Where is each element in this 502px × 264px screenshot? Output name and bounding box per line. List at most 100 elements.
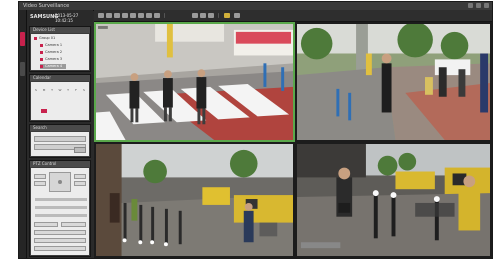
calendar-day[interactable] bbox=[57, 94, 63, 98]
calendar-header[interactable]: Calendar bbox=[30, 75, 90, 81]
calendar-day[interactable] bbox=[49, 99, 55, 103]
maximize-icon[interactable] bbox=[476, 3, 481, 8]
calendar-day[interactable] bbox=[49, 114, 55, 118]
tree-group[interactable]: Group 01 bbox=[34, 36, 55, 41]
calendar-day[interactable] bbox=[41, 114, 47, 118]
focus-near-button[interactable] bbox=[74, 174, 86, 179]
zoom-slider[interactable] bbox=[35, 214, 87, 217]
calendar-grid[interactable]: SMTWTFS bbox=[33, 88, 89, 118]
snapshot-icon[interactable] bbox=[192, 13, 198, 18]
calendar-day-header: T bbox=[51, 88, 53, 92]
calendar-day[interactable] bbox=[65, 94, 71, 98]
calendar-day[interactable] bbox=[33, 114, 39, 118]
speed-slider[interactable] bbox=[35, 198, 87, 201]
calendar-day[interactable] bbox=[65, 109, 71, 113]
tree-camera-2[interactable]: Camera 2 bbox=[40, 50, 62, 55]
toolbar-divider bbox=[164, 13, 165, 18]
layout-16-icon[interactable] bbox=[122, 13, 128, 18]
calendar-day[interactable] bbox=[41, 94, 47, 98]
joystick-handle-icon[interactable] bbox=[58, 180, 62, 184]
calendar-day[interactable] bbox=[57, 104, 63, 108]
calendar-day[interactable] bbox=[73, 114, 79, 118]
tree-camera-1[interactable]: Camera 1 bbox=[40, 43, 62, 48]
iris-slider[interactable] bbox=[35, 206, 87, 209]
layout-custom-icon[interactable] bbox=[130, 13, 136, 18]
calendar-day[interactable] bbox=[81, 109, 87, 113]
sequence-icon[interactable] bbox=[154, 13, 160, 18]
calendar-day[interactable] bbox=[57, 99, 63, 103]
calendar-day[interactable] bbox=[81, 114, 87, 118]
tour-button[interactable] bbox=[61, 222, 86, 227]
video-tile-2[interactable] bbox=[295, 22, 492, 142]
calendar-day-header: T bbox=[67, 88, 69, 92]
calendar-day-header: M bbox=[42, 88, 46, 92]
calendar-day[interactable] bbox=[33, 99, 39, 103]
tree-label: Camera 1 bbox=[45, 43, 63, 47]
calendar-day[interactable] bbox=[73, 104, 79, 108]
search-button[interactable] bbox=[74, 147, 86, 153]
calendar-day[interactable] bbox=[65, 104, 71, 108]
device-list-section: Device List Group 01 Camera 1 Camera 2 C… bbox=[29, 26, 91, 72]
video-tile-1[interactable] bbox=[94, 22, 295, 142]
fullscreen-icon[interactable] bbox=[146, 13, 152, 18]
zoom-out-button[interactable] bbox=[34, 181, 46, 186]
ptz-header[interactable]: PTZ Control bbox=[30, 161, 90, 167]
calendar-day[interactable] bbox=[65, 99, 71, 103]
calendar-day[interactable] bbox=[73, 94, 79, 98]
calendar-day[interactable] bbox=[41, 104, 47, 108]
calendar-day[interactable] bbox=[73, 109, 79, 113]
calendar-day[interactable] bbox=[65, 114, 71, 118]
layout-4-icon[interactable] bbox=[106, 13, 112, 18]
settings-icon[interactable] bbox=[234, 13, 240, 18]
ptz-body bbox=[31, 168, 89, 255]
close-icon[interactable] bbox=[484, 3, 489, 8]
layout-wide-icon[interactable] bbox=[138, 13, 144, 18]
calendar-day[interactable] bbox=[33, 94, 39, 98]
calendar-day[interactable] bbox=[41, 109, 47, 113]
camera-icon bbox=[40, 43, 43, 47]
calendar-day[interactable] bbox=[33, 109, 39, 113]
device-list-header[interactable]: Device List bbox=[30, 27, 90, 33]
playback-icon[interactable] bbox=[224, 13, 230, 18]
calendar-day[interactable] bbox=[81, 104, 87, 108]
tab-playback[interactable] bbox=[20, 62, 25, 76]
window-controls bbox=[468, 3, 489, 8]
calendar-day[interactable] bbox=[57, 109, 63, 113]
tree-label: Group 01 bbox=[39, 36, 56, 40]
side-panel: SAMSUNG 2013-05-27 10:42:15 Device List … bbox=[27, 10, 93, 258]
calendar: SMTWTFS bbox=[31, 82, 89, 120]
search-input[interactable] bbox=[34, 136, 86, 142]
preset-button[interactable] bbox=[34, 222, 58, 227]
focus-far-button[interactable] bbox=[74, 181, 86, 186]
video-tile-4[interactable] bbox=[295, 142, 492, 258]
calendar-day[interactable] bbox=[49, 94, 55, 98]
toolbar bbox=[94, 10, 492, 22]
record-icon[interactable] bbox=[200, 13, 206, 18]
search-header[interactable]: Search bbox=[30, 125, 90, 131]
pattern-select[interactable] bbox=[34, 238, 86, 243]
calendar-day[interactable] bbox=[57, 114, 63, 118]
toolbar-divider bbox=[218, 13, 219, 18]
calendar-day[interactable] bbox=[81, 99, 87, 103]
tree-camera-3[interactable]: Camera 3 bbox=[40, 57, 62, 62]
calendar-day[interactable] bbox=[49, 109, 55, 113]
minimize-icon[interactable] bbox=[468, 3, 473, 8]
calendar-day[interactable] bbox=[81, 94, 87, 98]
layout-1-icon[interactable] bbox=[98, 13, 104, 18]
calendar-day[interactable] bbox=[33, 104, 39, 108]
tree-camera-4[interactable]: Camera 4 bbox=[40, 64, 67, 69]
calendar-day[interactable] bbox=[49, 104, 55, 108]
layout-9-icon[interactable] bbox=[114, 13, 120, 18]
calendar-day[interactable] bbox=[41, 99, 47, 103]
swing-select[interactable] bbox=[34, 246, 86, 251]
clock-readout: 2013-05-27 10:42:15 bbox=[55, 13, 87, 23]
preset-select[interactable] bbox=[34, 230, 86, 235]
audio-icon[interactable] bbox=[208, 13, 214, 18]
ptz-joystick[interactable] bbox=[49, 172, 71, 192]
search-body bbox=[31, 132, 89, 156]
video-tile-3[interactable] bbox=[94, 142, 295, 258]
calendar-day[interactable] bbox=[73, 99, 79, 103]
zoom-in-button[interactable] bbox=[34, 174, 46, 179]
calendar-day-header: S bbox=[35, 88, 37, 92]
tab-live[interactable] bbox=[20, 32, 25, 46]
